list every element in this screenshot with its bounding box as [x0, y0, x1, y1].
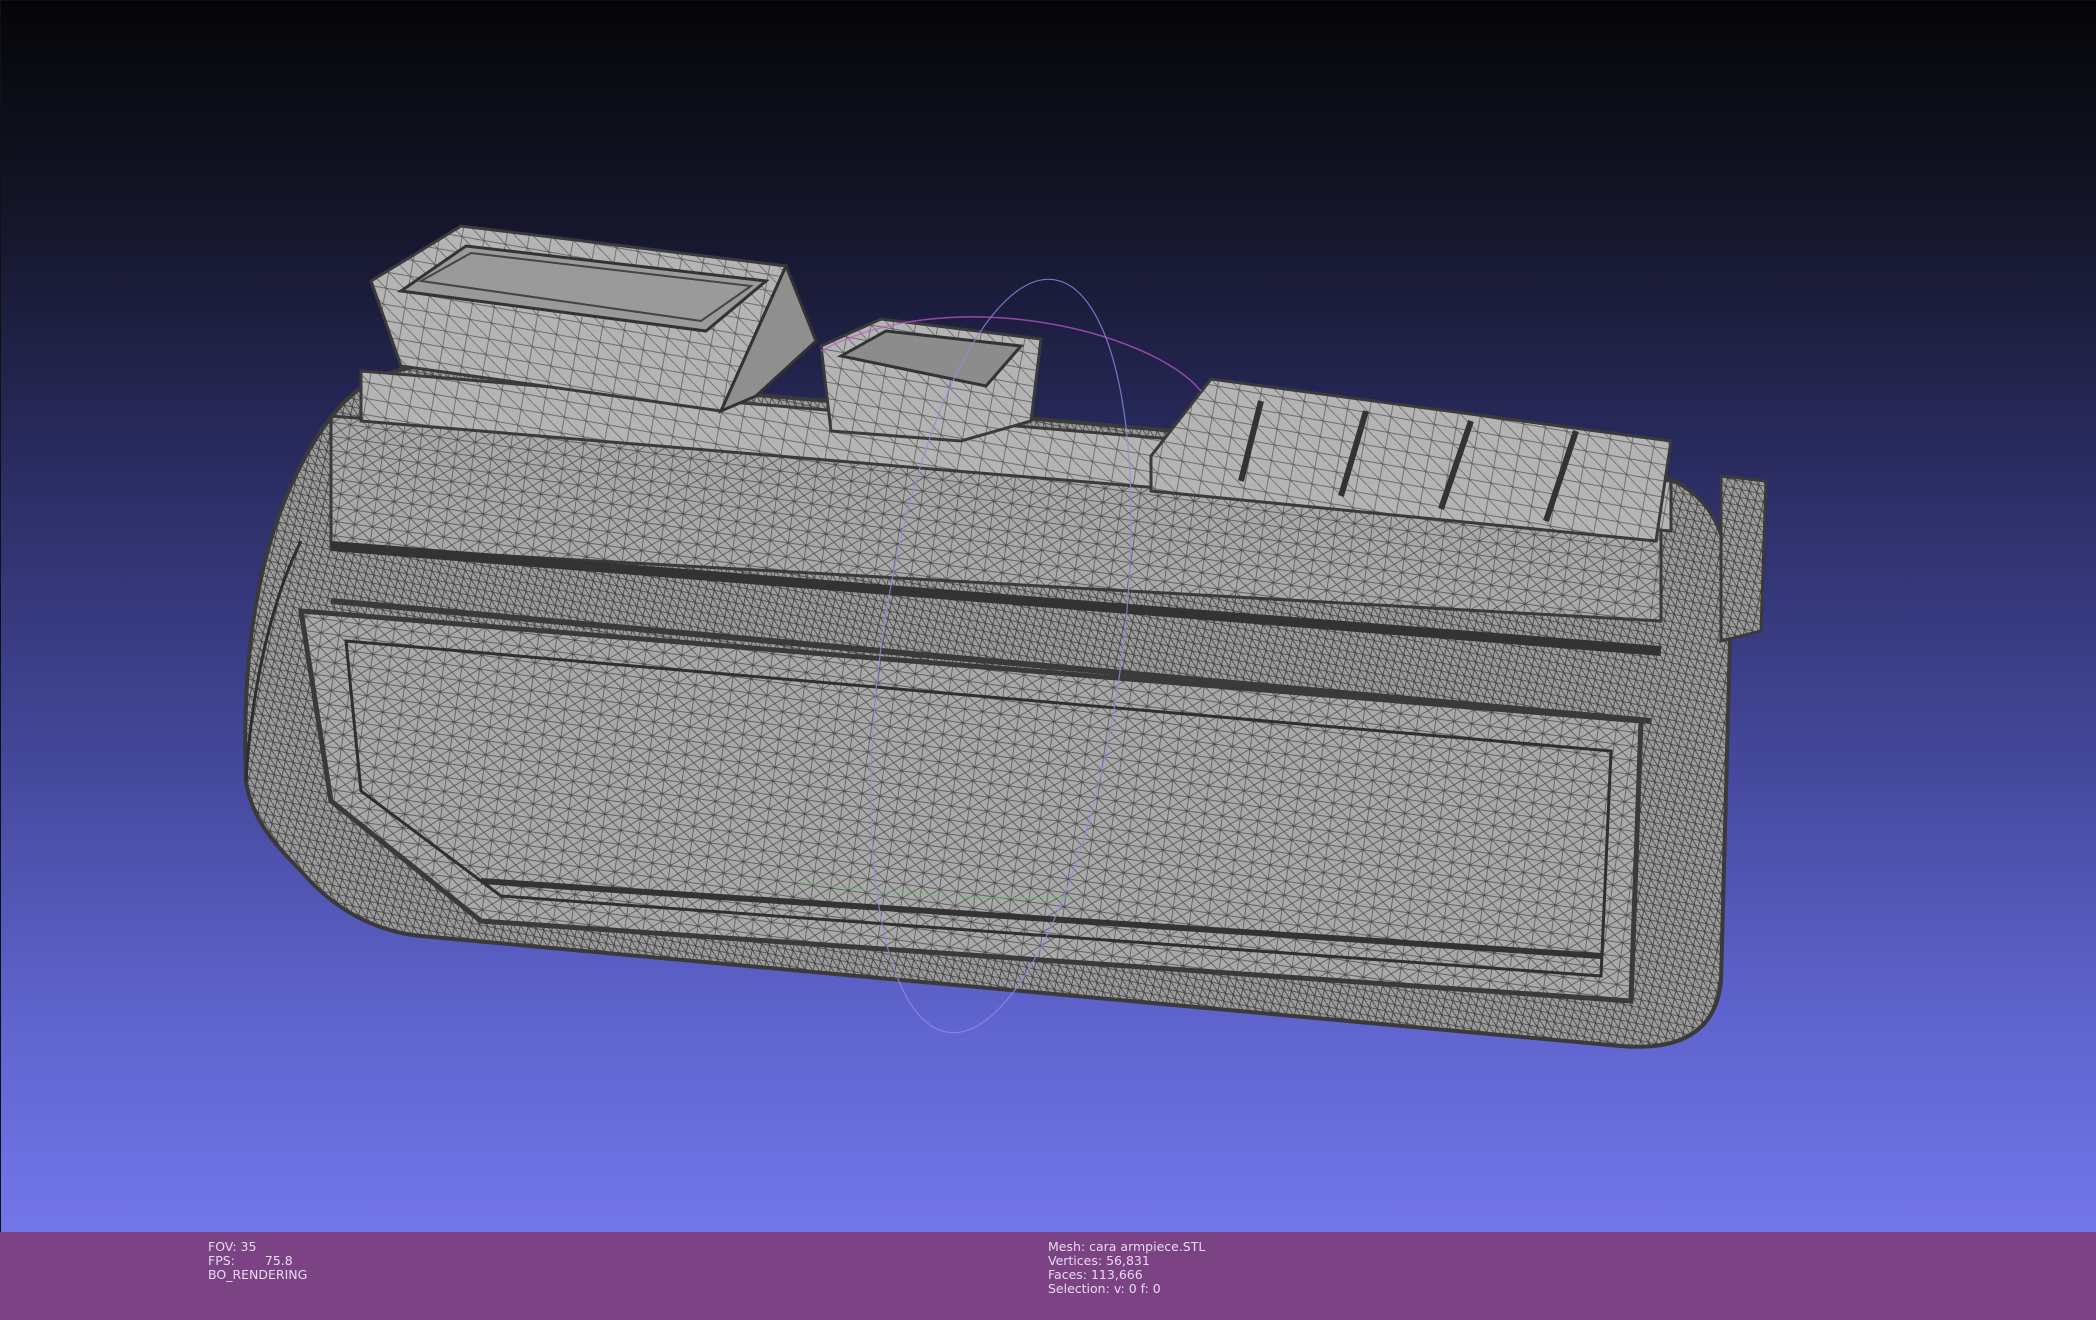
- fps-readout: FPS: 75.8: [208, 1253, 293, 1268]
- mesh-info-panel: Mesh: cara armpiece.STL Vertices: 56,831…: [1048, 1240, 1205, 1296]
- faces-readout: Faces: 113,666: [1048, 1267, 1143, 1282]
- mesh-name-readout: Mesh: cara armpiece.STL: [1048, 1239, 1206, 1254]
- fov-readout: FOV: 35: [208, 1239, 257, 1254]
- mesh-render[interactable]: [1, 1, 2096, 1232]
- 3d-viewport[interactable]: [0, 0, 2096, 1232]
- mesh-feature-box-center: [819, 317, 1043, 443]
- render-info-panel: FOV: 35 FPS: 75.8 BO_RENDERING: [208, 1240, 307, 1282]
- selection-readout: Selection: v: 0 f: 0: [1048, 1281, 1161, 1296]
- status-bar: FOV: 35 FPS: 75.8 BO_RENDERING Mesh: cara…: [0, 1232, 2096, 1320]
- vertices-readout: Vertices: 56,831: [1048, 1253, 1150, 1268]
- render-mode-readout: BO_RENDERING: [208, 1267, 308, 1282]
